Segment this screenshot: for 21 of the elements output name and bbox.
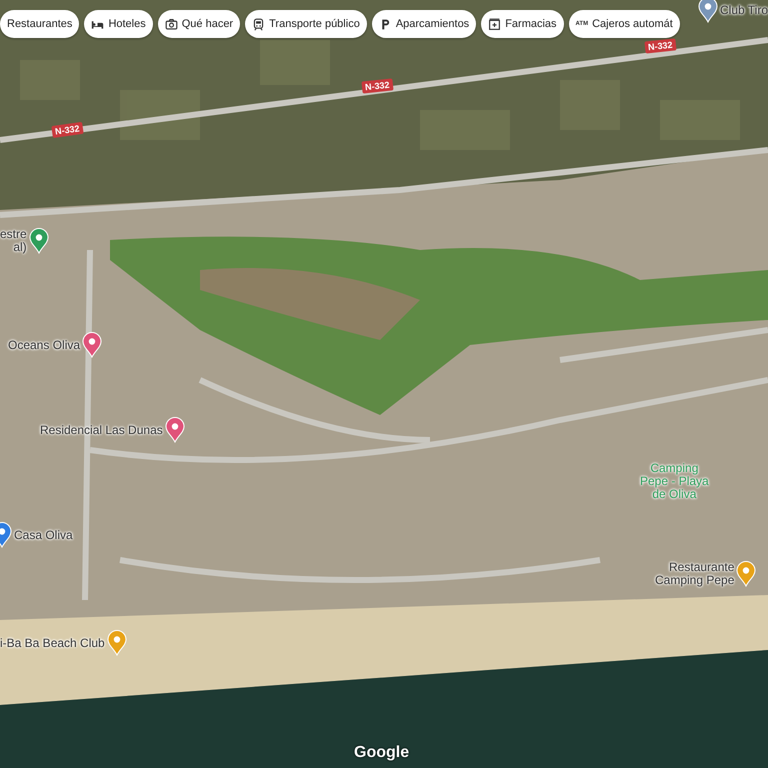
attribution-logo: Google	[354, 744, 410, 762]
place-label[interactable]: Residencial Las Dunas	[40, 424, 163, 436]
map-pin-icon[interactable]	[164, 417, 185, 443]
pharmacy-icon	[488, 18, 502, 30]
category-chip[interactable]: Farmacias	[481, 10, 564, 38]
place-label[interactable]: Casa Oliva	[14, 528, 73, 542]
map-pin-icon[interactable]	[28, 228, 49, 254]
category-chip[interactable]: Qué hacer	[158, 10, 240, 38]
map-pin-icon[interactable]	[698, 0, 718, 23]
place-label[interactable]: i-Ba Ba Beach Club	[0, 636, 105, 650]
place-label[interactable]: Restaurante Camping Pepe	[655, 561, 734, 587]
place-label[interactable]: Oceans Oliva	[8, 338, 80, 352]
map-pin-icon[interactable]	[736, 561, 756, 587]
place-label[interactable]: estre al)	[0, 228, 27, 254]
category-chip[interactable]: Transporte público	[245, 10, 367, 38]
category-chip[interactable]: Hoteles	[84, 10, 153, 38]
category-chip[interactable]: Restaurantes	[0, 10, 80, 38]
train-icon	[252, 18, 266, 30]
camera-icon	[164, 18, 178, 30]
map-pin-icon[interactable]	[82, 332, 102, 358]
category-chip[interactable]: Aparcamientos	[372, 10, 476, 38]
